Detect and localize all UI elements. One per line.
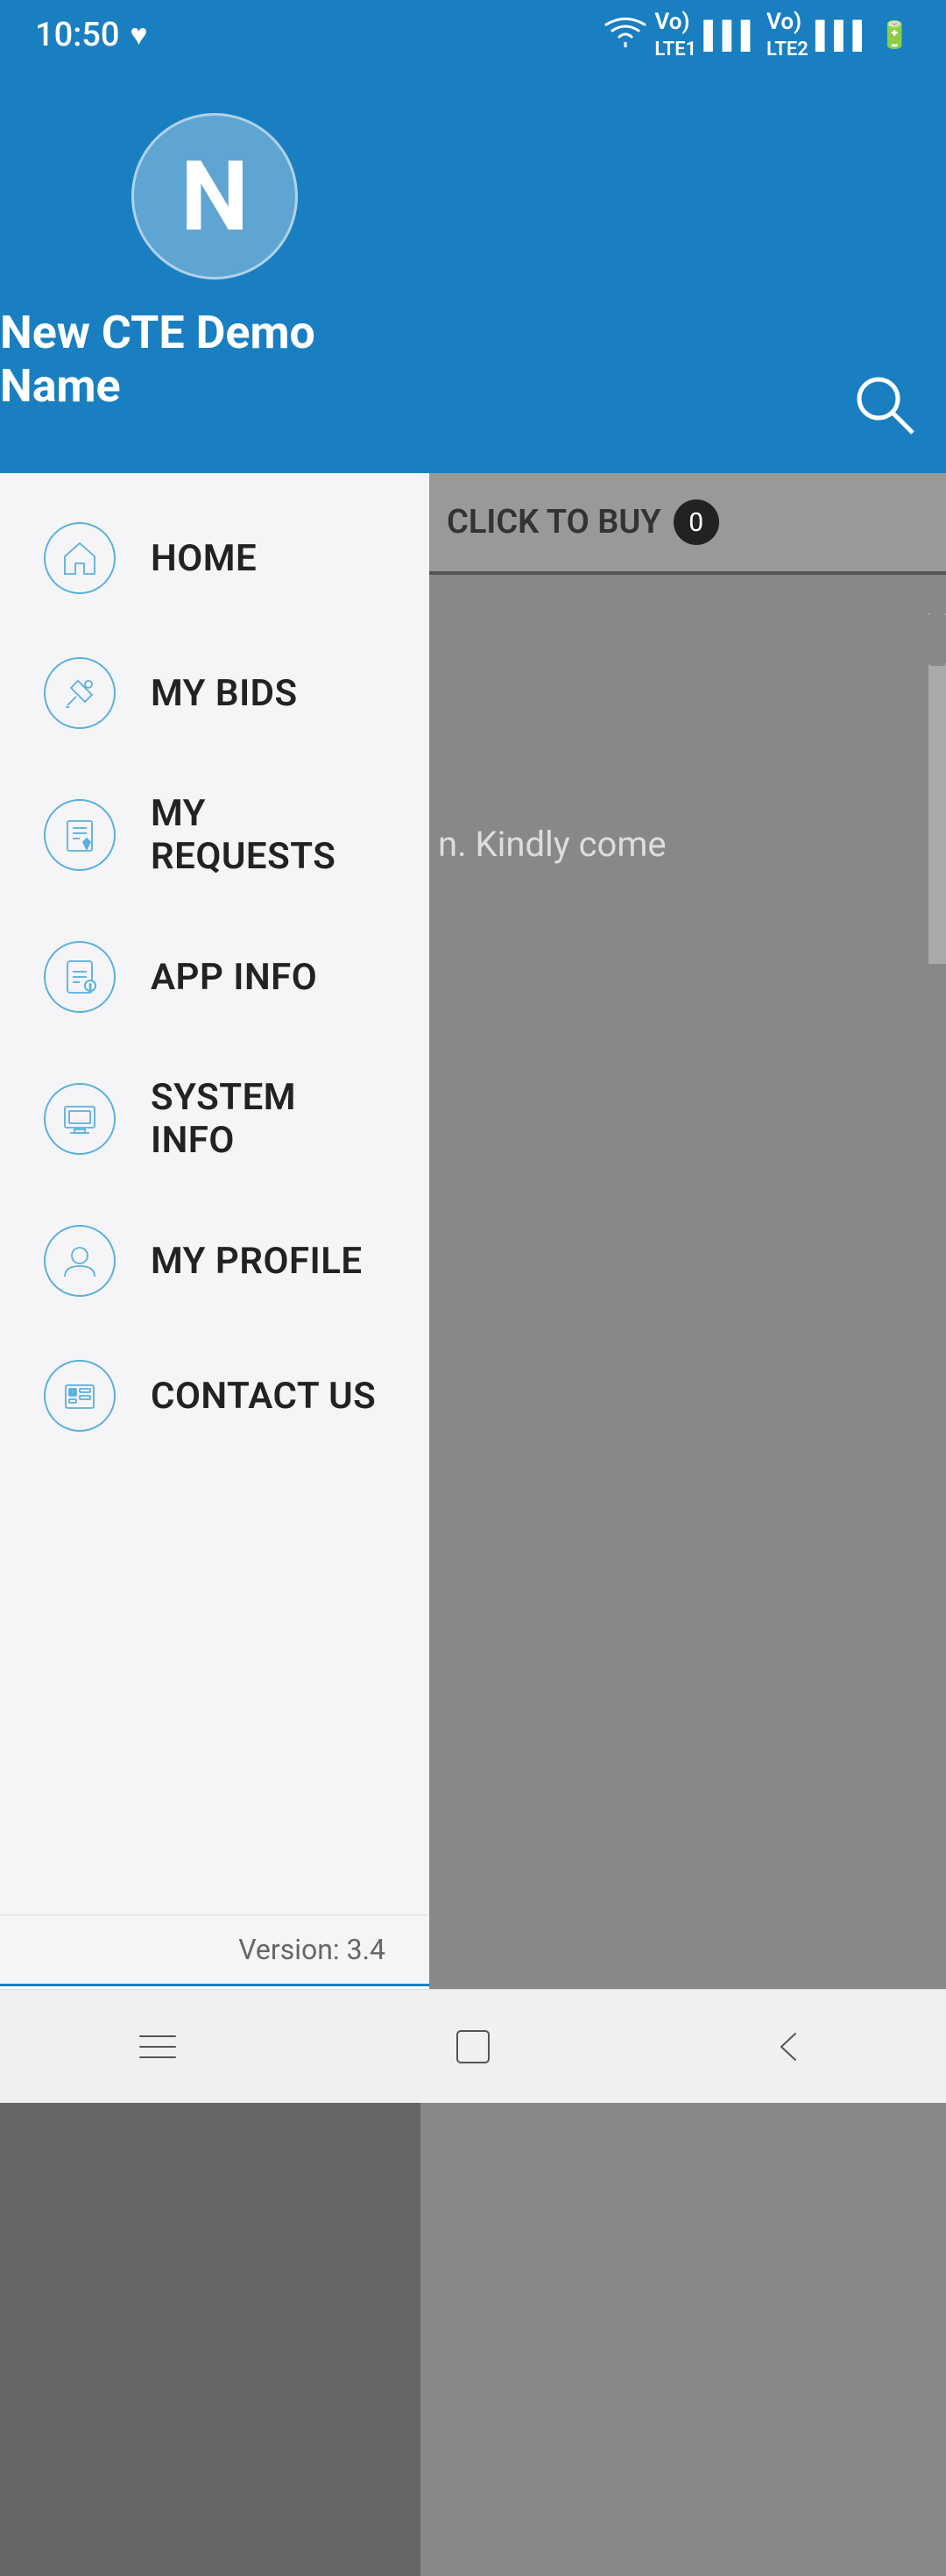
- signal-bars1: ▌▌▌: [703, 20, 759, 51]
- sidebar-item-system-info-label: SYSTEM INFO: [151, 1076, 385, 1162]
- sidebar-item-app-info[interactable]: i APP INFO: [0, 909, 429, 1044]
- system-info-icon-circle: [44, 1083, 116, 1155]
- my-requests-icon-circle: [44, 799, 116, 871]
- click-to-buy-label[interactable]: CLICK TO BUY: [447, 503, 661, 541]
- sidebar-item-my-profile[interactable]: MY PROFILE: [0, 1193, 429, 1328]
- scrollbar[interactable]: [928, 613, 946, 964]
- avatar-letter: N: [180, 140, 249, 253]
- sidebar-item-home-label: HOME: [151, 537, 257, 580]
- search-icon[interactable]: [850, 370, 920, 456]
- main-background: CLICK TO BUY 0 n. Kindly come: [420, 0, 946, 2103]
- bottom-nav-back[interactable]: [736, 2016, 841, 2077]
- bottom-nav-menu[interactable]: [105, 2016, 210, 2077]
- svg-text:i: i: [89, 983, 91, 991]
- contact-us-icon-circle: [44, 1360, 116, 1432]
- my-profile-icon-circle: [44, 1225, 116, 1297]
- sidebar-item-system-info[interactable]: SYSTEM INFO: [0, 1044, 429, 1193]
- wifi-icon: [604, 16, 647, 54]
- app-info-icon-circle: i: [44, 941, 116, 1013]
- time-display: 10:50: [35, 16, 119, 54]
- navigation-drawer: N New CTE Demo Name HOME MY BIDS: [0, 0, 429, 2103]
- signal-lte2: Vo)LTE2: [766, 9, 808, 61]
- signal-bars2: ▌▌▌: [815, 20, 872, 51]
- sidebar-item-my-bids[interactable]: MY BIDS: [0, 626, 429, 761]
- sidebar-item-contact-us[interactable]: CONTACT US: [0, 1328, 429, 1463]
- battery-icon: 🔋: [879, 20, 911, 51]
- status-time-group: 10:50 ♥: [35, 16, 148, 54]
- cart-badge: 0: [674, 499, 719, 545]
- sidebar-item-my-profile-label: MY PROFILE: [151, 1240, 363, 1283]
- sidebar-item-my-requests[interactable]: MY REQUESTS: [0, 761, 429, 909]
- kindly-text: n. Kindly come: [438, 824, 667, 865]
- status-bar: 10:50 ♥ Vo)LTE1 ▌▌▌ Vo)LTE2 ▌▌▌ 🔋: [0, 0, 946, 70]
- version-display: Version: 3.4: [0, 1914, 429, 1984]
- bottom-navigation: [0, 1989, 946, 2103]
- sidebar-item-home[interactable]: HOME: [0, 491, 429, 626]
- status-icons: Vo)LTE1 ▌▌▌ Vo)LTE2 ▌▌▌ 🔋: [604, 9, 911, 61]
- sidebar-item-app-info-label: APP INFO: [151, 956, 317, 999]
- main-header: [420, 0, 946, 473]
- drawer-header: N New CTE Demo Name: [0, 0, 429, 473]
- sidebar-item-my-requests-label: MY REQUESTS: [151, 792, 385, 878]
- avatar: N: [131, 113, 298, 280]
- my-bids-icon-circle: [44, 657, 116, 729]
- home-icon-circle: [44, 522, 116, 594]
- bottom-nav-home[interactable]: [420, 2016, 526, 2077]
- sidebar-item-my-bids-label: MY BIDS: [151, 672, 298, 715]
- signal-lte1: Vo)LTE1: [654, 9, 696, 61]
- user-name: New CTE Demo Name: [0, 306, 429, 413]
- nav-list: HOME MY BIDS: [0, 473, 429, 1914]
- heart-icon: ♥: [130, 18, 147, 53]
- version-text: Version: 3.4: [238, 1933, 385, 1966]
- sidebar-item-contact-us-label: CONTACT US: [151, 1375, 376, 1418]
